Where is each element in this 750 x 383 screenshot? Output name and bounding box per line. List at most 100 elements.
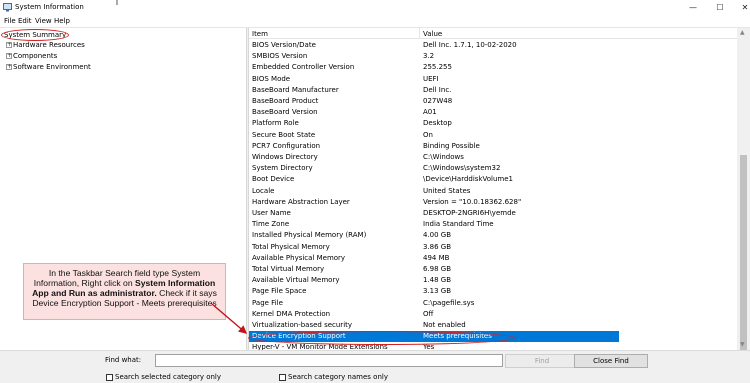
callout-line: Information, Right click on System Infor… xyxy=(33,278,216,288)
table-row[interactable]: Available Physical Memory 494 MB xyxy=(249,253,619,264)
column-header-item[interactable]: Item xyxy=(252,30,268,38)
column-header-value[interactable]: Value xyxy=(423,30,442,38)
row-value: United States xyxy=(423,186,471,195)
search-category-names-checkbox[interactable]: Search category names only xyxy=(279,373,388,382)
row-item: BaseBoard Manufacturer xyxy=(252,85,339,94)
row-item: Locale xyxy=(252,186,275,195)
table-row[interactable]: Page File C:\pagefile.sys xyxy=(249,298,619,309)
row-item: Available Virtual Memory xyxy=(252,276,340,285)
table-row[interactable]: Hardware Abstraction Layer Version = "10.… xyxy=(249,197,619,208)
row-value: 3.2 xyxy=(423,52,435,61)
menu-view[interactable]: View xyxy=(35,17,52,25)
tree-item-software-environment[interactable]: +Software Environment xyxy=(6,63,91,71)
table-row[interactable]: Locale United States xyxy=(249,186,619,197)
row-value: 4.00 GB xyxy=(423,231,452,240)
find-what-label: Find what: xyxy=(105,356,142,364)
row-item: SMBIOS Version xyxy=(252,52,308,61)
row-value: C:\Windows xyxy=(423,153,464,161)
checkbox-label: Search category names only xyxy=(288,373,388,381)
table-row[interactable]: Available Virtual Memory 1.48 GB xyxy=(249,275,619,286)
tree-item-label: Components xyxy=(13,52,58,60)
column-divider[interactable] xyxy=(419,28,420,39)
row-value: 3.86 GB xyxy=(423,242,452,251)
menu-file[interactable]: File xyxy=(4,17,16,25)
table-row[interactable]: Boot Device \Device\HarddiskVolume1 xyxy=(249,174,619,185)
minimize-button[interactable]: — xyxy=(678,0,708,15)
row-item: Boot Device xyxy=(252,175,295,184)
table-row[interactable]: Embedded Controller Version 255.255 xyxy=(249,62,619,73)
row-item: User Name xyxy=(252,209,291,217)
scroll-up-icon[interactable]: ▲ xyxy=(740,29,745,36)
table-row[interactable]: BIOS Version/Date Dell Inc. 1.7.1, 10-02-… xyxy=(249,40,619,51)
callout-line: In the Taskbar Search field type System xyxy=(48,268,201,278)
table-row[interactable]: PCR7 Configuration Binding Possible xyxy=(249,141,619,152)
menu-edit[interactable]: Edit xyxy=(18,17,32,25)
menu-help[interactable]: Help xyxy=(54,17,70,25)
row-item: Windows Directory xyxy=(252,153,318,161)
table-row[interactable]: Time Zone India Standard Time xyxy=(249,219,619,230)
callout-line: Device Encryption Support - Meets prereq… xyxy=(32,298,217,308)
table-row[interactable]: BaseBoard Version A01 xyxy=(249,107,619,118)
row-item: Total Virtual Memory xyxy=(252,265,325,273)
row-item: BIOS Mode xyxy=(252,74,291,83)
table-row[interactable]: BIOS Mode UEFI xyxy=(249,74,619,85)
row-value: 027W48 xyxy=(423,97,453,105)
table-row[interactable]: SMBIOS Version 3.2 xyxy=(249,51,619,62)
table-row[interactable]: Page File Space 3.13 GB xyxy=(249,286,619,297)
row-value: Version = "10.0.18362.628" xyxy=(423,197,522,206)
tree-item-hardware-resources[interactable]: +Hardware Resources xyxy=(6,41,85,49)
table-row[interactable]: User Name DESKTOP-2NGRI6H\yemde xyxy=(249,208,619,219)
row-item: Virtualization-based security xyxy=(252,321,353,329)
table-row[interactable]: Kernel DMA Protection Off xyxy=(249,309,619,320)
row-value: A01 xyxy=(423,108,437,117)
table-row[interactable]: Installed Physical Memory (RAM) 4.00 GB xyxy=(249,230,619,241)
row-item: Available Physical Memory xyxy=(252,253,346,262)
row-item: Kernel DMA Protection xyxy=(252,309,331,318)
search-selected-category-checkbox[interactable]: Search selected category only xyxy=(106,373,221,382)
close-find-button[interactable]: Close Find xyxy=(574,354,648,368)
table-row[interactable]: BaseBoard Manufacturer Dell Inc. xyxy=(249,85,619,96)
row-value: 1.48 GB xyxy=(423,276,452,285)
scroll-down-icon[interactable]: ▼ xyxy=(740,341,745,348)
table-row[interactable]: Windows Directory C:\Windows xyxy=(249,152,619,163)
list-header: Item Value xyxy=(249,28,737,39)
table-row[interactable]: Total Physical Memory 3.86 GB xyxy=(249,242,619,253)
table-row[interactable]: Platform Role Desktop xyxy=(249,118,619,129)
table-row[interactable]: Virtualization-based security Not enabled xyxy=(249,320,619,331)
window-title: System Information xyxy=(15,3,84,11)
table-row[interactable]: Secure Boot State On xyxy=(249,130,619,141)
tree-item-label: Hardware Resources xyxy=(13,41,85,49)
annotation-arrow-icon xyxy=(211,303,248,334)
callout-line: App and Run as administrator. Check if i… xyxy=(32,288,217,298)
table-row[interactable]: System Directory C:\Windows\system32 xyxy=(249,163,619,174)
row-item: Installed Physical Memory (RAM) xyxy=(252,231,367,240)
details-list: Item Value BIOS Version/Date Dell Inc. 1.… xyxy=(249,28,737,350)
find-button[interactable]: Find xyxy=(505,354,579,368)
row-value: Dell Inc. 1.7.1, 10-02-2020 xyxy=(423,41,517,49)
row-value: UEFI xyxy=(423,74,439,83)
expand-plus-icon[interactable]: + xyxy=(6,53,12,59)
row-value: Desktop xyxy=(423,119,452,128)
expand-plus-icon[interactable]: + xyxy=(6,42,12,48)
row-item: Secure Boot State xyxy=(252,130,316,139)
tree-item-components[interactable]: +Components xyxy=(6,52,57,60)
row-value: Dell Inc. xyxy=(423,85,452,94)
vertical-scrollbar[interactable]: ▲ ▼ xyxy=(737,28,750,351)
row-item: Page File Space xyxy=(252,287,307,296)
row-value: Not enabled xyxy=(423,321,466,329)
checkbox-label: Search selected category only xyxy=(115,373,222,381)
row-value: 494 MB xyxy=(423,253,450,262)
checkbox-icon[interactable] xyxy=(279,373,286,381)
expand-plus-icon[interactable]: + xyxy=(6,64,12,70)
checkbox-icon[interactable] xyxy=(106,373,113,381)
row-value: DESKTOP-2NGRI6H\yemde xyxy=(423,209,516,217)
table-row[interactable]: Total Virtual Memory 6.98 GB xyxy=(249,264,619,275)
find-what-input[interactable] xyxy=(155,354,503,367)
row-item: PCR7 Configuration xyxy=(252,141,321,150)
scrollbar-thumb[interactable] xyxy=(740,155,747,351)
table-row[interactable]: BaseBoard Product 027W48 xyxy=(249,96,619,107)
cursor-icon xyxy=(116,0,118,5)
row-value: \Device\HarddiskVolume1 xyxy=(423,175,513,184)
close-button[interactable]: ✕ xyxy=(730,0,750,15)
row-value: 3.13 GB xyxy=(423,287,452,296)
